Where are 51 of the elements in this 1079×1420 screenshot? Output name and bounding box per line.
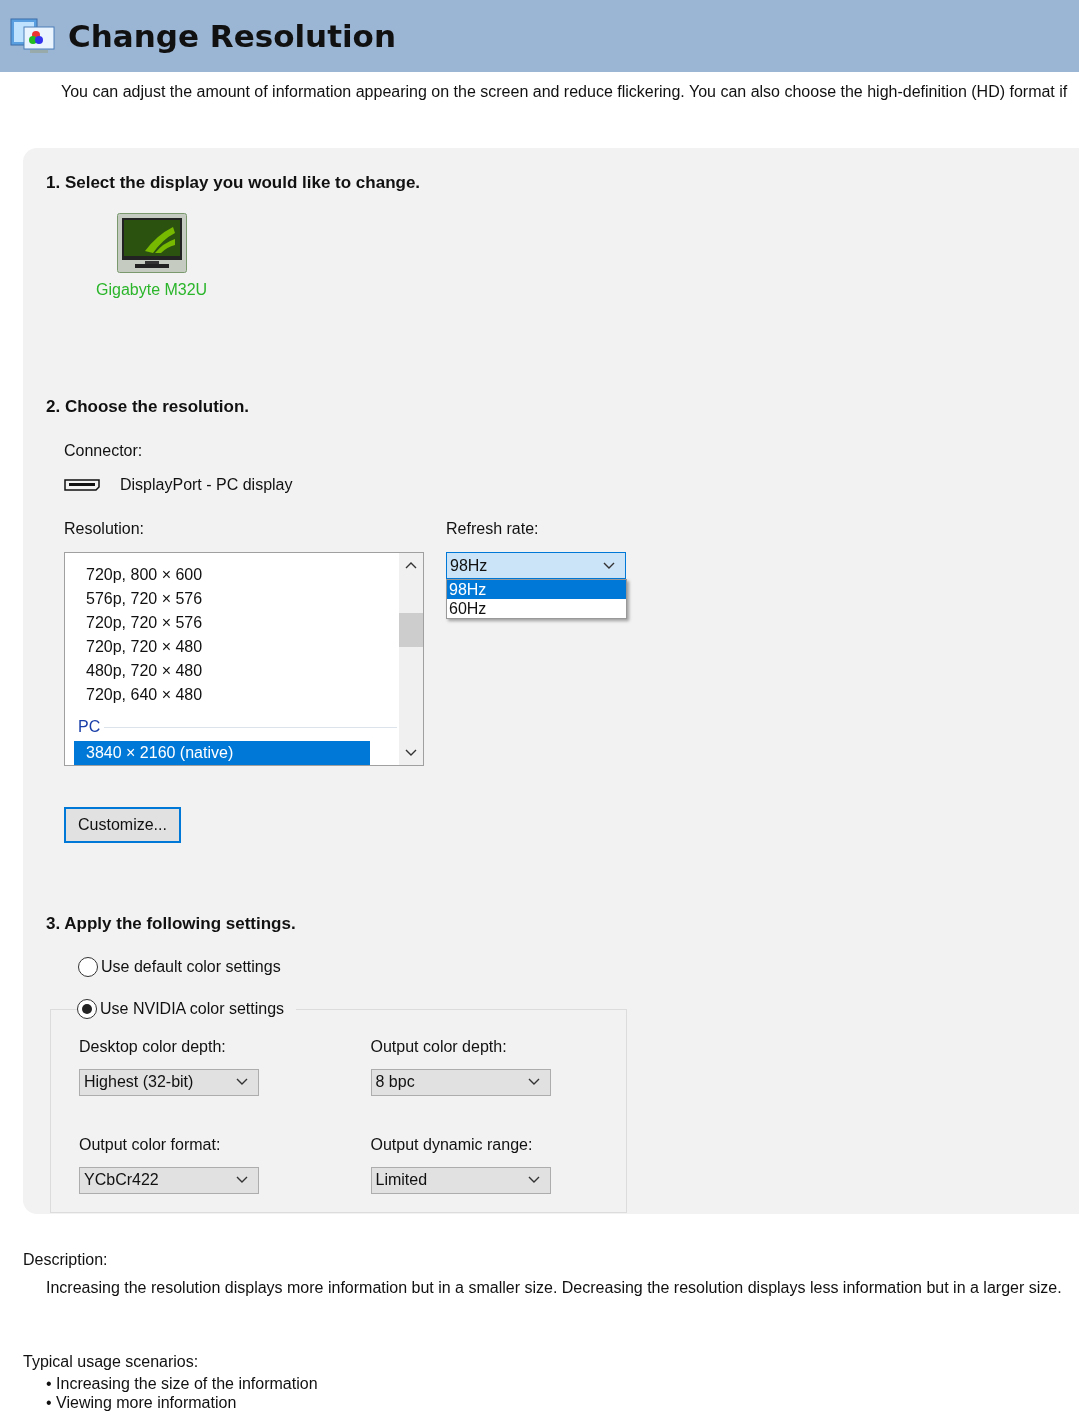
field-label: Output dynamic range: bbox=[370, 1134, 534, 1155]
resolution-item[interactable]: 720p, 800 × 600 bbox=[74, 563, 370, 587]
scroll-up-icon bbox=[405, 561, 417, 569]
scroll-down-icon bbox=[405, 749, 417, 757]
field-label: Desktop color depth: bbox=[79, 1036, 227, 1057]
connector-label: Connector: bbox=[64, 441, 144, 461]
field-label: Output color depth: bbox=[370, 1036, 508, 1057]
description-label: Description: bbox=[23, 1250, 109, 1270]
page-title: Change Resolution bbox=[68, 16, 396, 56]
section-heading: 2. Choose the resolution. bbox=[46, 395, 251, 418]
radio-button[interactable] bbox=[77, 998, 97, 1019]
dropdown[interactable]: Highest (32-bit) bbox=[79, 1068, 259, 1096]
scrollbar[interactable] bbox=[399, 553, 423, 765]
monitor-icon[interactable] bbox=[116, 212, 187, 273]
field-label: Output color format: bbox=[79, 1134, 222, 1155]
scroll-thumb[interactable] bbox=[399, 613, 423, 647]
usage-label: Typical usage scenarios: bbox=[23, 1352, 200, 1372]
chevron-down-icon bbox=[527, 1176, 540, 1184]
usage-item: • Increasing the size of the information bbox=[46, 1374, 319, 1393]
resolution-item[interactable]: 480p, 720 × 480 bbox=[74, 659, 370, 683]
description-text: Increasing the resolution displays more information but in a smaller size. Decreasing the resolution displays less information but in a larger size. bbox=[46, 1278, 1063, 1298]
resolution-item[interactable]: 576p, 720 × 576 bbox=[74, 587, 370, 611]
intro-text: You can adjust the amount of information appearing on the screen and reduce flickering. You can also choose the high-definition (HD) format if bbox=[61, 82, 1069, 102]
radio-label[interactable]: Use NVIDIA color settings bbox=[100, 996, 285, 1021]
menu-option[interactable]: 60Hz bbox=[447, 599, 626, 618]
displayport-icon bbox=[64, 479, 100, 491]
section-heading: 3. Apply the following settings. bbox=[46, 913, 297, 935]
resolution-item[interactable]: 3840 × 2160 (native) bbox=[74, 741, 370, 765]
chevron-down-icon bbox=[603, 561, 615, 570]
chevron-down-icon bbox=[236, 1176, 248, 1184]
resolution-item[interactable]: 720p, 720 × 576 bbox=[74, 611, 370, 635]
dropdown[interactable]: Limited bbox=[370, 1166, 551, 1194]
monitor-icon bbox=[10, 17, 56, 55]
chevron-down-icon bbox=[527, 1078, 540, 1086]
resolution-item[interactable]: 720p, 640 × 480 bbox=[74, 683, 370, 707]
resolution-list[interactable]: 720p, 800 × 600 576p, 720 × 576 720p, 720 × 576 720p, 720 × 480 480p, 720 × 480 720p, 640 × 480 PC 3840 × 2160 (native) bbox=[64, 552, 424, 766]
refresh-label: Refresh rate: bbox=[446, 519, 540, 539]
group-header: PC bbox=[77, 717, 101, 737]
chevron-down-icon bbox=[236, 1078, 248, 1086]
resolution-label: Resolution: bbox=[64, 519, 146, 539]
resolution-item[interactable]: 720p, 720 × 480 bbox=[74, 635, 370, 659]
menu-option[interactable]: 98Hz bbox=[447, 580, 626, 599]
connector-name: DisplayPort - PC display bbox=[120, 475, 293, 495]
dropdown[interactable]: 8 bpc bbox=[370, 1068, 551, 1096]
section-heading: 1. Select the display you would like to change. bbox=[46, 172, 422, 194]
refresh-dropdown[interactable]: 98Hz bbox=[446, 552, 626, 579]
dropdown[interactable]: YCbCr422 bbox=[79, 1166, 259, 1194]
radio-label[interactable]: Use default color settings bbox=[101, 954, 281, 979]
customize-button[interactable]: Customize... bbox=[64, 807, 181, 843]
radio-button[interactable] bbox=[78, 956, 98, 977]
usage-item: • Viewing more information bbox=[46, 1393, 238, 1412]
